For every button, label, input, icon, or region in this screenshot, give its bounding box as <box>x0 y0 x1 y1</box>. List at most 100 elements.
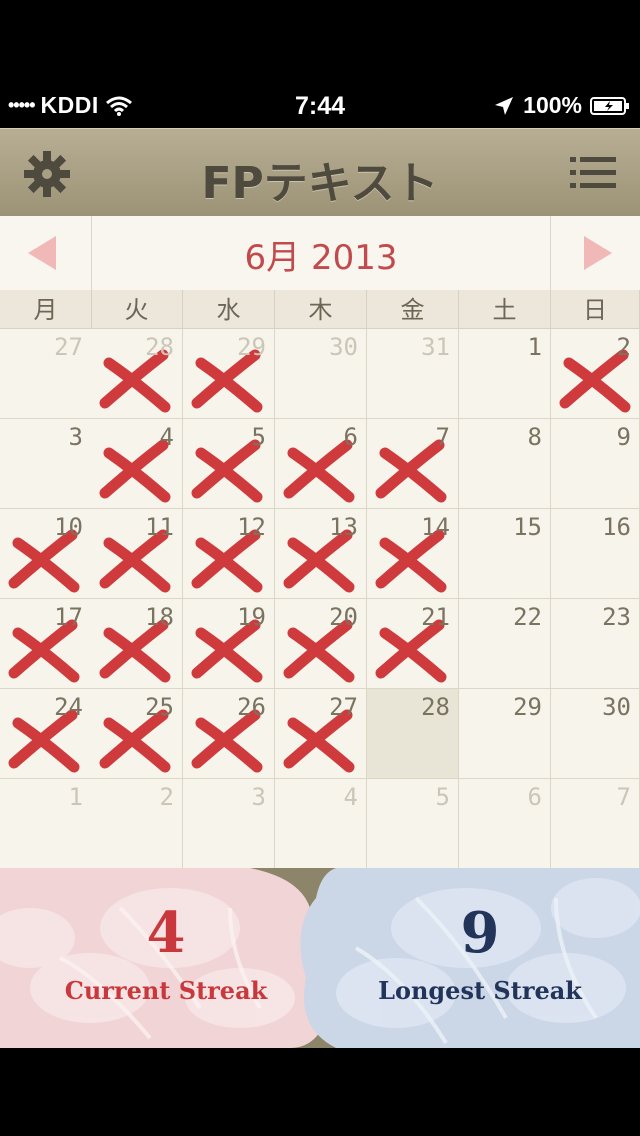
list-menu-icon[interactable] <box>570 155 616 191</box>
day-number: 3 <box>68 423 83 451</box>
day-number: 2 <box>159 783 174 811</box>
day-cell[interactable]: 7 <box>551 779 640 869</box>
day-cell[interactable]: 5 <box>367 779 459 869</box>
day-cell[interactable]: 3 <box>0 419 92 509</box>
calendar-grid: 27 28 29 30 31 1 2 3 4 5 6 7 8 9 10 11 12 13 14 15 16 17 18 19 2… <box>0 329 640 869</box>
day-cell[interactable]: 13 <box>275 509 367 599</box>
day-number: 5 <box>435 783 450 811</box>
day-cell[interactable]: 3 <box>183 779 275 869</box>
day-number: 1 <box>527 333 542 361</box>
day-number: 6 <box>527 783 542 811</box>
day-number: 12 <box>237 513 266 541</box>
weekday-label: 月 <box>0 290 92 328</box>
day-number: 22 <box>513 603 542 631</box>
day-number: 9 <box>616 423 631 451</box>
day-number: 6 <box>343 423 358 451</box>
weekday-label: 日 <box>551 290 640 328</box>
weekday-label: 金 <box>367 290 459 328</box>
day-number: 26 <box>237 693 266 721</box>
day-number: 8 <box>527 423 542 451</box>
previous-month-arrow-icon[interactable] <box>28 236 56 270</box>
day-cell[interactable]: 12 <box>183 509 275 599</box>
day-number: 28 <box>145 333 174 361</box>
day-cell[interactable]: 8 <box>459 419 551 509</box>
day-number: 19 <box>237 603 266 631</box>
day-cell[interactable]: 4 <box>275 779 367 869</box>
calendar: 6月 2013 月火水木金土日 27 28 29 30 31 1 2 3 4 5 6 7 8 9 10 11 1… <box>0 216 640 869</box>
day-cell[interactable]: 16 <box>551 509 640 599</box>
day-number: 7 <box>435 423 450 451</box>
day-cell[interactable]: 2 <box>551 329 640 419</box>
location-arrow-icon <box>495 96 514 115</box>
day-cell[interactable]: 6 <box>275 419 367 509</box>
status-right: 100% <box>493 92 630 119</box>
day-number: 28 <box>421 693 450 721</box>
day-number: 27 <box>329 693 358 721</box>
day-cell[interactable]: 25 <box>91 689 183 779</box>
day-cell[interactable]: 10 <box>0 509 92 599</box>
month-label: 6月 2013 <box>244 238 398 278</box>
day-number: 20 <box>329 603 358 631</box>
day-cell[interactable]: 9 <box>551 419 640 509</box>
status-bar: ••••• KDDI 7:44 100% <box>0 0 640 128</box>
day-cell[interactable]: 28 <box>91 329 183 419</box>
calendar-header: 6月 2013 <box>0 216 640 291</box>
day-cell[interactable]: 14 <box>367 509 459 599</box>
day-cell[interactable]: 1 <box>0 779 92 869</box>
day-cell[interactable]: 5 <box>183 419 275 509</box>
weekday-label: 木 <box>275 290 367 328</box>
day-number: 21 <box>421 603 450 631</box>
day-cell[interactable]: 7 <box>367 419 459 509</box>
day-number: 17 <box>54 603 83 631</box>
day-cell[interactable]: 30 <box>551 689 640 779</box>
weekday-label: 土 <box>459 290 551 328</box>
day-cell[interactable]: 27 <box>0 329 92 419</box>
divider <box>550 216 551 290</box>
day-cell-today[interactable]: 28 <box>367 689 459 779</box>
day-cell[interactable]: 1 <box>459 329 551 419</box>
day-cell[interactable]: 31 <box>367 329 459 419</box>
battery-percent: 100% <box>523 92 582 118</box>
day-cell[interactable]: 24 <box>0 689 92 779</box>
day-number: 5 <box>251 423 266 451</box>
day-number: 27 <box>54 333 83 361</box>
day-cell[interactable]: 11 <box>91 509 183 599</box>
day-cell[interactable]: 2 <box>91 779 183 869</box>
day-cell[interactable]: 30 <box>275 329 367 419</box>
day-cell[interactable]: 17 <box>0 599 92 689</box>
day-number: 14 <box>421 513 450 541</box>
day-number: 30 <box>329 333 358 361</box>
day-cell[interactable]: 19 <box>183 599 275 689</box>
day-cell[interactable]: 27 <box>275 689 367 779</box>
day-number: 10 <box>54 513 83 541</box>
day-cell[interactable]: 6 <box>459 779 551 869</box>
nav-bar: FPテキスト <box>0 128 640 219</box>
day-cell[interactable]: 29 <box>183 329 275 419</box>
weekday-header: 月火水木金土日 <box>0 290 640 329</box>
streak-panels: 4 Current Streak 9 Longest Streak <box>0 868 640 1048</box>
day-cell[interactable]: 23 <box>551 599 640 689</box>
day-number: 7 <box>616 783 631 811</box>
day-number: 31 <box>421 333 450 361</box>
day-cell[interactable]: 18 <box>91 599 183 689</box>
day-cell[interactable]: 15 <box>459 509 551 599</box>
day-number: 24 <box>54 693 83 721</box>
day-cell[interactable]: 29 <box>459 689 551 779</box>
day-number: 18 <box>145 603 174 631</box>
day-number: 1 <box>68 783 83 811</box>
day-number: 30 <box>602 693 631 721</box>
weekday-label: 水 <box>183 290 275 328</box>
day-number: 4 <box>159 423 174 451</box>
day-number: 23 <box>602 603 631 631</box>
day-cell[interactable]: 22 <box>459 599 551 689</box>
day-cell[interactable]: 26 <box>183 689 275 779</box>
day-cell[interactable]: 20 <box>275 599 367 689</box>
day-number: 13 <box>329 513 358 541</box>
day-number: 4 <box>343 783 358 811</box>
next-month-arrow-icon[interactable] <box>584 236 612 270</box>
longest-streak-value: 9 <box>460 900 500 966</box>
day-cell[interactable]: 21 <box>367 599 459 689</box>
day-number: 11 <box>145 513 174 541</box>
day-cell[interactable]: 4 <box>91 419 183 509</box>
day-number: 29 <box>513 693 542 721</box>
